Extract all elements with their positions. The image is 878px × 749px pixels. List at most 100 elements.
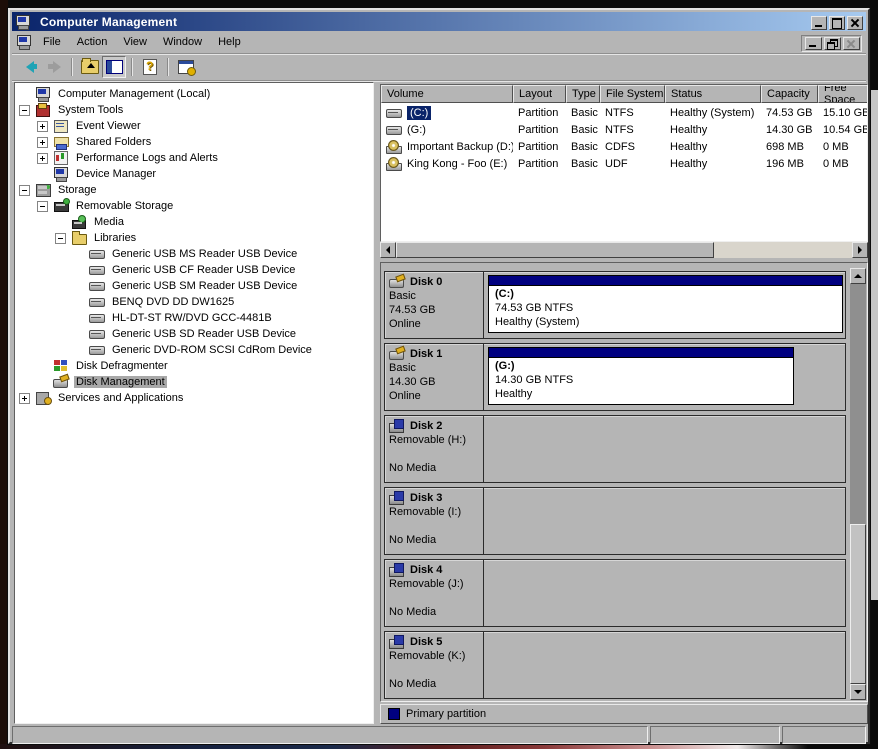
disk-0-header[interactable]: Disk 0 Basic 74.53 GB Online <box>385 272 484 338</box>
tree-item-storage[interactable]: Storage <box>15 182 373 198</box>
menu-window[interactable]: Window <box>155 33 210 51</box>
tree-item-label[interactable]: Device Manager <box>74 168 158 180</box>
disk-4-header[interactable]: Disk 4 Removable (J:) No Media <box>385 560 484 626</box>
back-button[interactable] <box>18 56 42 78</box>
disk-3-header[interactable]: Disk 3 Removable (I:) No Media <box>385 488 484 554</box>
collapse-icon[interactable] <box>19 185 30 196</box>
tree-item-system-tools[interactable]: System Tools <box>15 102 373 118</box>
tree-item-label[interactable]: Performance Logs and Alerts <box>74 152 220 164</box>
column-header-type[interactable]: Type <box>566 85 600 103</box>
tree-item-label[interactable]: Generic USB MS Reader USB Device <box>110 248 299 260</box>
mdi-restore-button[interactable] <box>824 37 841 50</box>
tree-item-dvdrom-scsi[interactable]: Generic DVD-ROM SCSI CdRom Device <box>15 342 373 358</box>
column-header-free-space[interactable]: Free Space <box>818 85 868 103</box>
show-hide-console-tree-button[interactable] <box>102 56 126 78</box>
partition-g[interactable]: (G:) 14.30 GB NTFS Healthy <box>488 347 794 405</box>
column-header-volume[interactable]: Volume <box>381 85 513 103</box>
collapse-icon[interactable] <box>37 201 48 212</box>
help-button[interactable] <box>138 56 162 78</box>
menu-view[interactable]: View <box>115 33 155 51</box>
horizontal-scroll-thumb[interactable] <box>396 242 714 258</box>
vertical-scroll-thumb[interactable] <box>850 524 866 684</box>
tree-item-device-manager[interactable]: Device Manager <box>15 166 373 182</box>
tree-item-computer-management[interactable]: Computer Management (Local) <box>15 86 373 102</box>
tree-item-label[interactable]: Storage <box>56 184 99 196</box>
scroll-up-button[interactable] <box>850 268 866 284</box>
tree-item-disk-defragmenter[interactable]: Disk Defragmenter <box>15 358 373 374</box>
disk-3-panel[interactable]: Disk 3 Removable (I:) No Media <box>384 487 846 555</box>
partition-c[interactable]: (C:) 74.53 GB NTFS Healthy (System) <box>488 275 843 333</box>
disk-kind: Removable (I:) <box>389 505 483 519</box>
disk-kind: Removable (K:) <box>389 649 483 663</box>
desktop-background-left <box>0 0 8 749</box>
tree-item-label[interactable]: Services and Applications <box>56 392 185 404</box>
tree-item-usb-sd-reader[interactable]: Generic USB SD Reader USB Device <box>15 326 373 342</box>
primary-partition-bar <box>489 276 842 286</box>
tree-item-event-viewer[interactable]: Event Viewer <box>15 118 373 134</box>
column-header-capacity[interactable]: Capacity <box>761 85 818 103</box>
tree-item-usb-ms-reader[interactable]: Generic USB MS Reader USB Device <box>15 246 373 262</box>
column-header-status[interactable]: Status <box>665 85 761 103</box>
tree-item-label[interactable]: Media <box>92 216 126 228</box>
tree-item-usb-sm-reader[interactable]: Generic USB SM Reader USB Device <box>15 278 373 294</box>
tree-item-label[interactable]: Generic USB SM Reader USB Device <box>110 280 299 292</box>
disk-5-panel[interactable]: Disk 5 Removable (K:) No Media <box>384 631 846 699</box>
tree-item-label[interactable]: HL-DT-ST RW/DVD GCC-4481B <box>110 312 274 324</box>
collapse-icon[interactable] <box>55 233 66 244</box>
expand-icon[interactable] <box>37 121 48 132</box>
disk-0-panel[interactable]: Disk 0 Basic 74.53 GB Online (C:) 74.53 … <box>384 271 846 339</box>
scroll-down-button[interactable] <box>850 684 866 700</box>
maximize-button[interactable] <box>829 16 845 30</box>
vertical-scrollbar[interactable] <box>850 268 866 700</box>
column-header-file-system[interactable]: File System <box>600 85 665 103</box>
tree-item-removable-storage[interactable]: Removable Storage <box>15 198 373 214</box>
console-window-button[interactable] <box>174 56 198 78</box>
menu-file[interactable]: File <box>35 33 69 51</box>
menu-action[interactable]: Action <box>69 33 116 51</box>
tree-item-benq-dvd[interactable]: BENQ DVD DD DW1625 <box>15 294 373 310</box>
tree-item-label[interactable]: System Tools <box>56 104 125 116</box>
disk-1-panel[interactable]: Disk 1 Basic 14.30 GB Online (G:) 14.30 … <box>384 343 846 411</box>
disk-1-header[interactable]: Disk 1 Basic 14.30 GB Online <box>385 344 484 410</box>
disk-5-header[interactable]: Disk 5 Removable (K:) No Media <box>385 632 484 698</box>
tree-item-media[interactable]: Media <box>15 214 373 230</box>
menu-help[interactable]: Help <box>210 33 249 51</box>
expand-icon[interactable] <box>19 393 30 404</box>
up-one-level-button[interactable] <box>78 56 102 78</box>
disk-2-header[interactable]: Disk 2 Removable (H:) No Media <box>385 416 484 482</box>
tree-item-disk-management[interactable]: Disk Management <box>15 374 373 390</box>
tree-item-shared-folders[interactable]: Shared Folders <box>15 134 373 150</box>
scroll-left-button[interactable] <box>380 242 396 258</box>
tree-item-label[interactable]: Event Viewer <box>74 120 143 132</box>
disk-4-panel[interactable]: Disk 4 Removable (J:) No Media <box>384 559 846 627</box>
expand-icon[interactable] <box>37 153 48 164</box>
tree-item-label[interactable]: Libraries <box>92 232 138 244</box>
cell-layout: Partition <box>513 104 566 121</box>
tree-item-label[interactable]: Generic USB CF Reader USB Device <box>110 264 297 276</box>
tree-item-services-applications[interactable]: Services and Applications <box>15 390 373 406</box>
tree-item-label[interactable]: Generic USB SD Reader USB Device <box>110 328 298 340</box>
tree-item-hldtst-dvd[interactable]: HL-DT-ST RW/DVD GCC-4481B <box>15 310 373 326</box>
tree-item-label[interactable]: Generic DVD-ROM SCSI CdRom Device <box>110 344 314 356</box>
tree-item-usb-cf-reader[interactable]: Generic USB CF Reader USB Device <box>15 262 373 278</box>
horizontal-scrollbar[interactable] <box>380 242 868 258</box>
mdi-child-icon[interactable] <box>16 35 33 49</box>
minimize-button[interactable] <box>811 16 827 30</box>
collapse-icon[interactable] <box>19 105 30 116</box>
tree-item-label-selected[interactable]: Disk Management <box>74 376 167 388</box>
column-header-layout[interactable]: Layout <box>513 85 566 103</box>
disk-2-panel[interactable]: Disk 2 Removable (H:) No Media <box>384 415 846 483</box>
tree-item-performance-logs[interactable]: Performance Logs and Alerts <box>15 150 373 166</box>
mdi-minimize-button[interactable] <box>805 37 822 50</box>
tree-item-label[interactable]: Disk Defragmenter <box>74 360 170 372</box>
close-button[interactable] <box>847 16 863 30</box>
title-bar[interactable]: Computer Management <box>12 12 866 31</box>
tree-item-label[interactable]: Removable Storage <box>74 200 175 212</box>
expand-icon[interactable] <box>37 137 48 148</box>
disk-0-graphic: (C:) 74.53 GB NTFS Healthy (System) <box>485 272 845 338</box>
tree-item-label[interactable]: BENQ DVD DD DW1625 <box>110 296 236 308</box>
scroll-right-button[interactable] <box>852 242 868 258</box>
tree-item-libraries[interactable]: Libraries <box>15 230 373 246</box>
tree-item-label[interactable]: Shared Folders <box>74 136 153 148</box>
tree-item-label[interactable]: Computer Management (Local) <box>56 88 212 100</box>
